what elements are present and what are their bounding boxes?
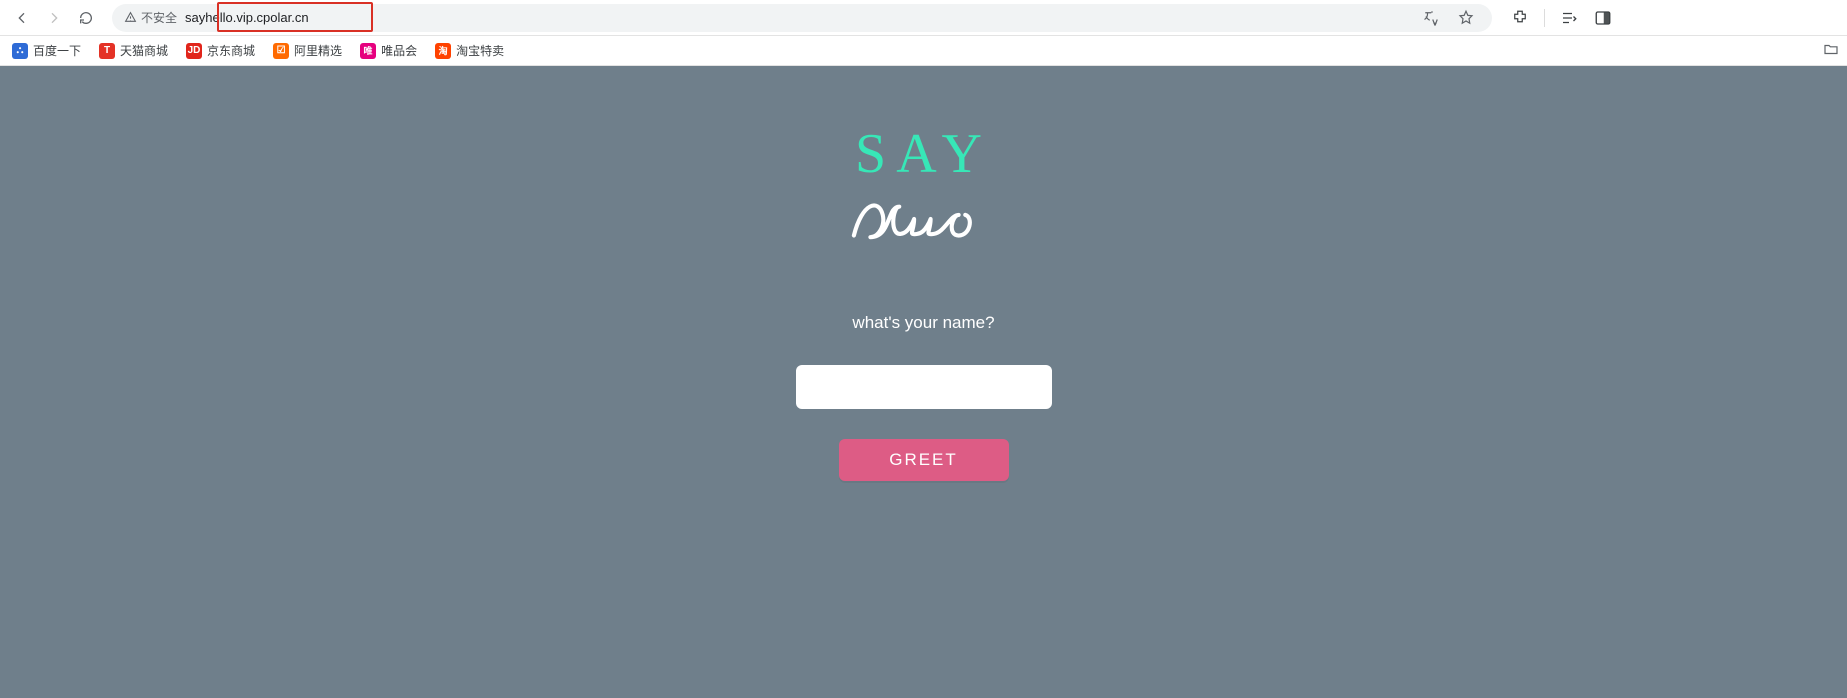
bookmark-icon: ☑ [273, 43, 289, 59]
all-bookmarks-icon[interactable] [1823, 41, 1839, 60]
bookmarks-bar: ⛬ 百度一下 T 天猫商城 JD 京东商城 ☑ 阿里精选 唯 唯品会 淘 淘宝特… [0, 36, 1847, 66]
bookmark-icon: 唯 [360, 43, 376, 59]
reload-icon [78, 10, 94, 26]
bookmark-jd[interactable]: JD 京东商城 [184, 40, 257, 62]
back-button[interactable] [8, 4, 36, 32]
prompt-text: what's your name? [852, 313, 994, 333]
url-toolbar: 不安全 sayhello.vip.cpolar.cn [0, 0, 1847, 36]
bookmark-ali[interactable]: ☑ 阿里精选 [271, 40, 344, 62]
not-secure-label: 不安全 [141, 9, 177, 26]
bookmark-icon: ⛬ [12, 43, 28, 59]
bookmark-taobao[interactable]: 淘 淘宝特卖 [433, 40, 506, 62]
bookmark-label: 京东商城 [207, 42, 255, 59]
greet-button[interactable]: GREET [839, 439, 1009, 481]
side-panel-icon[interactable] [1593, 8, 1613, 28]
bookmark-tmall[interactable]: T 天猫商城 [97, 40, 170, 62]
url-text: sayhello.vip.cpolar.cn [185, 10, 309, 25]
bookmark-label: 百度一下 [33, 42, 81, 59]
name-input[interactable] [796, 365, 1052, 409]
browser-window: 不安全 sayhello.vip.cpolar.cn [0, 0, 1847, 698]
title-say: SAY [855, 126, 992, 182]
omnibox-actions [1422, 8, 1480, 28]
reload-button[interactable] [72, 4, 100, 32]
extensions-icon[interactable] [1510, 8, 1530, 28]
hello-script-icon: Hello [839, 186, 1009, 252]
page-content: SAY Hello what's your name? GREET [0, 66, 1847, 698]
not-secure-icon [124, 11, 137, 24]
reading-list-icon[interactable] [1559, 8, 1579, 28]
bookmark-vip[interactable]: 唯 唯品会 [358, 40, 419, 62]
bookmark-star-icon[interactable] [1456, 8, 1476, 28]
translate-icon[interactable] [1422, 8, 1442, 28]
bookmark-baidu[interactable]: ⛬ 百度一下 [10, 40, 83, 62]
bookmark-label: 阿里精选 [294, 42, 342, 59]
toolbar-right-controls [1510, 8, 1613, 28]
title-hello: Hello [839, 186, 1009, 257]
bookmark-icon: JD [186, 43, 202, 59]
back-icon [14, 10, 30, 26]
bookmark-icon: T [99, 43, 115, 59]
bookmark-label: 淘宝特卖 [456, 42, 504, 59]
toolbar-divider [1544, 9, 1545, 27]
forward-icon [46, 10, 62, 26]
bookmark-label: 唯品会 [381, 42, 417, 59]
bookmark-icon: 淘 [435, 43, 451, 59]
address-bar[interactable]: 不安全 sayhello.vip.cpolar.cn [112, 4, 1492, 32]
forward-button[interactable] [40, 4, 68, 32]
bookmark-label: 天猫商城 [120, 42, 168, 59]
